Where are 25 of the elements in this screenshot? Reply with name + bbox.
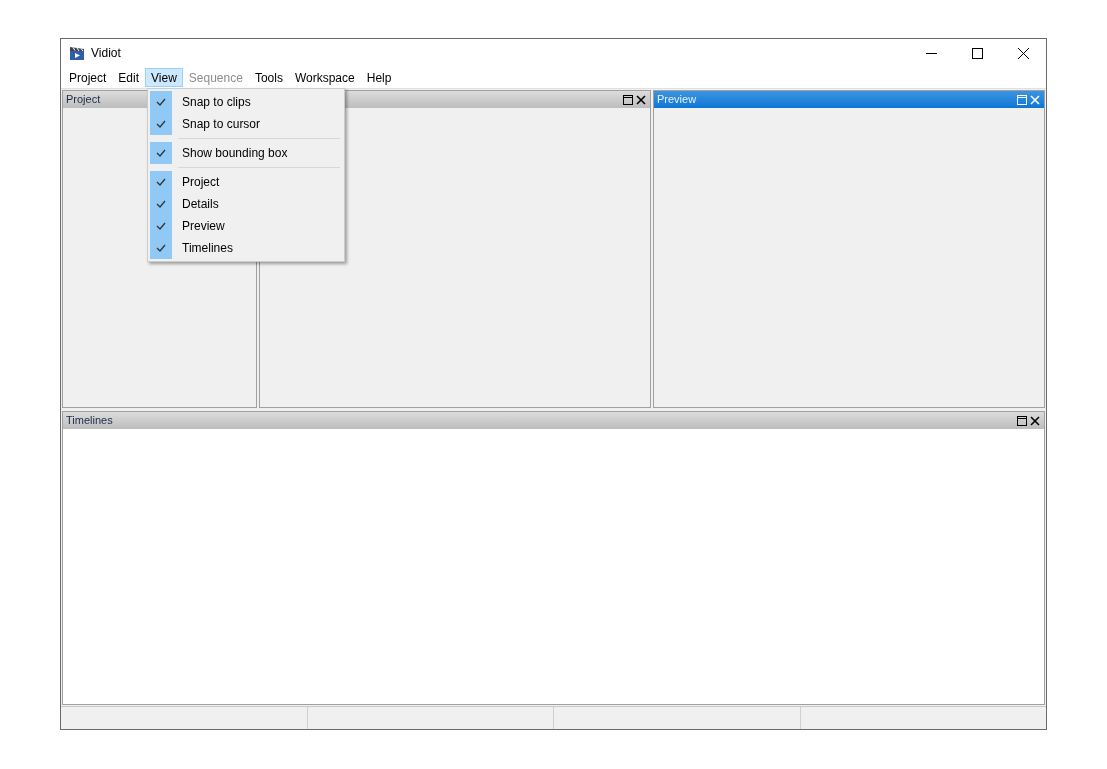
menu-option[interactable]: Details bbox=[150, 193, 342, 215]
window-title: Vidiot bbox=[91, 45, 121, 62]
pane-title: Preview bbox=[656, 92, 697, 108]
menu-option[interactable]: Snap to clips bbox=[150, 91, 342, 113]
float-icon[interactable] bbox=[623, 94, 633, 105]
close-icon bbox=[1017, 47, 1029, 59]
float-icon[interactable] bbox=[1017, 415, 1027, 426]
menu-item[interactable]: Workspace bbox=[288, 68, 361, 87]
pane-title: Timelines bbox=[65, 413, 113, 429]
menu-option[interactable]: Preview bbox=[150, 215, 342, 237]
maximize-icon bbox=[971, 47, 983, 59]
menu-item[interactable]: Edit bbox=[112, 68, 146, 87]
menu-item[interactable]: Tools bbox=[248, 68, 289, 87]
menu-item[interactable]: Project bbox=[63, 68, 113, 87]
pane-title: Project bbox=[65, 92, 101, 108]
close-icon[interactable] bbox=[1030, 415, 1040, 426]
menu-option[interactable]: Show bounding box bbox=[150, 142, 342, 164]
menu-option[interactable]: Timelines bbox=[150, 237, 342, 259]
clapperboard-icon bbox=[69, 45, 85, 61]
menu-option[interactable]: Project bbox=[150, 171, 342, 193]
menu-option[interactable]: Snap to cursor bbox=[150, 113, 342, 135]
menu-item[interactable]: Help bbox=[360, 68, 398, 87]
close-icon[interactable] bbox=[636, 94, 646, 105]
minimize-icon bbox=[925, 52, 937, 54]
menu-item[interactable]: View bbox=[145, 68, 183, 87]
